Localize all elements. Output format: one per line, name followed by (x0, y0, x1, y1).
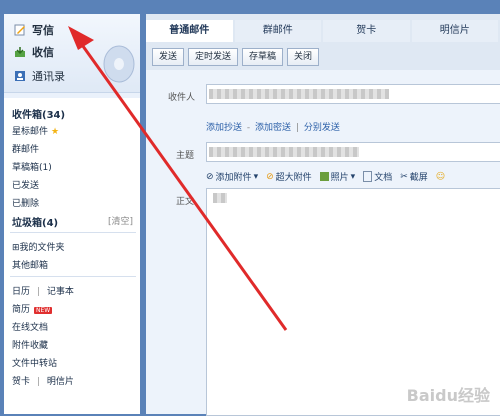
body-label: 正文 (176, 197, 195, 207)
cards-row: 贺卡 | 明信片 (12, 374, 74, 387)
contacts-button[interactable]: 通讯录 (14, 68, 65, 84)
add-cc-link[interactable]: 添加抄送 (206, 123, 242, 133)
add-attachment-button[interactable]: ⊘ 添加附件 ▾ (206, 170, 259, 184)
inbox-label: 收信 (32, 46, 54, 59)
folder-drafts[interactable]: 草稿箱(1) (12, 160, 52, 173)
my-folders[interactable]: ⊞我的文件夹 (12, 240, 65, 253)
folder-deleted[interactable]: 已删除 (12, 196, 39, 209)
add-bcc-link[interactable]: 添加密送 (255, 123, 291, 133)
tab-greeting-card[interactable]: 贺卡 (323, 20, 410, 42)
attachment-collection-link[interactable]: 附件收藏 (12, 338, 48, 351)
tab-postcard[interactable]: 明信片 (411, 20, 498, 42)
star-icon: ★ (51, 127, 60, 137)
folder-trash[interactable]: 垃圾箱(4) (12, 214, 58, 229)
recipient-options: 添加抄送 - 添加密送 | 分别发送 (206, 120, 340, 133)
folder-starred[interactable]: 星标邮件 ★ (12, 124, 59, 137)
pencil-icon (14, 24, 26, 36)
subject-field[interactable] (206, 142, 500, 162)
scheduled-send-button[interactable]: 定时发送 (188, 48, 239, 66)
contacts-label: 通讯录 (32, 70, 65, 83)
body-redacted (213, 193, 227, 203)
divider-pipe: | (36, 287, 40, 297)
tab-group-mail[interactable]: 群邮件 (234, 20, 321, 42)
notes-link[interactable]: 记事本 (47, 287, 74, 297)
resume-link[interactable]: 简历 NEW (12, 302, 53, 315)
mail-type-tabs: 普通邮件 群邮件 贺卡 明信片 (146, 20, 500, 42)
close-button[interactable]: 关闭 (287, 48, 320, 66)
save-draft-button[interactable]: 存草稿 (242, 48, 284, 66)
sidebar: 写信 收信 通讯录 收件箱(34) 星标邮件 ★ 群邮件 草稿箱(1) 已发送 已… (4, 14, 140, 414)
to-field[interactable] (206, 84, 500, 104)
attachment-toolbar: ⊘ 添加附件 ▾ ⊘ 超大附件 照片 ▾ 文档 ✂ 截屏 ☺ (206, 170, 445, 183)
smiley-icon: ☺ (435, 171, 446, 182)
scissors-icon: ✂ (400, 171, 408, 182)
photo-icon (319, 172, 329, 181)
greeting-cards-link[interactable]: 贺卡 (12, 377, 30, 387)
separator: - (246, 123, 251, 133)
divider-pipe: | (36, 377, 40, 387)
large-attachment-button[interactable]: ⊘ 超大附件 (266, 170, 312, 184)
compose-panel: 写信 收信 通讯录 (4, 14, 140, 93)
compose-label: 写信 (32, 24, 54, 37)
online-docs-link[interactable]: 在线文档 (12, 320, 48, 333)
subject-redacted (209, 147, 359, 157)
recipient-redacted (209, 89, 389, 99)
new-badge: NEW (34, 307, 53, 314)
separator: | (295, 123, 299, 133)
screenshot-button[interactable]: ✂ 截屏 (400, 170, 428, 184)
divider (10, 276, 136, 277)
document-icon (363, 171, 373, 182)
calendar-link[interactable]: 日历 (12, 287, 30, 297)
contacts-icon (14, 70, 26, 82)
document-button[interactable]: 文档 (363, 170, 392, 183)
clear-trash-link[interactable]: [清空] (108, 214, 133, 227)
inbox-button[interactable]: 收信 (14, 44, 54, 60)
compose-area: 普通邮件 群邮件 贺卡 明信片 发送 定时发送 存草稿 关闭 收件人 添加抄送 … (146, 14, 500, 416)
watermark: Baidu经验 (406, 386, 490, 405)
folder-sent[interactable]: 已发送 (12, 178, 39, 191)
disc-decoration-icon (103, 45, 135, 83)
send-button[interactable]: 发送 (152, 48, 185, 66)
chevron-down-icon: ▾ (350, 171, 356, 182)
folder-inbox[interactable]: 收件箱(34) (12, 106, 65, 121)
separate-send-link[interactable]: 分别发送 (304, 123, 340, 133)
folder-list: 收件箱(34) 星标邮件 ★ 群邮件 草稿箱(1) 已发送 已删除 垃圾箱(4) … (4, 98, 140, 414)
to-label: 收件人 (168, 93, 196, 103)
other-mailboxes[interactable]: 其他邮箱 (12, 258, 48, 271)
subject-label: 主题 (176, 151, 195, 161)
paperclip-icon: ⊘ (206, 171, 214, 182)
compose-form: 收件人 添加抄送 - 添加密送 | 分别发送 主题 ⊘ 添加附件 ▾ ⊘ 超大附件 照… (146, 70, 500, 416)
divider (10, 232, 136, 233)
file-transfer-link[interactable]: 文件中转站 (12, 356, 57, 369)
chevron-down-icon: ▾ (253, 171, 259, 182)
folder-group-mail[interactable]: 群邮件 (12, 142, 39, 155)
photo-button[interactable]: 照片 ▾ (319, 170, 356, 183)
compose-button[interactable]: 写信 (14, 22, 54, 38)
inbox-icon (14, 46, 26, 58)
emoji-button[interactable]: ☺ (436, 170, 445, 183)
compose-toolbar: 发送 定时发送 存草稿 关闭 (152, 48, 320, 66)
postcards-link[interactable]: 明信片 (47, 377, 74, 387)
calendar-notes-row: 日历 | 记事本 (12, 284, 74, 297)
tab-normal-mail[interactable]: 普通邮件 (146, 20, 233, 42)
paperclip-large-icon: ⊘ (266, 171, 274, 182)
